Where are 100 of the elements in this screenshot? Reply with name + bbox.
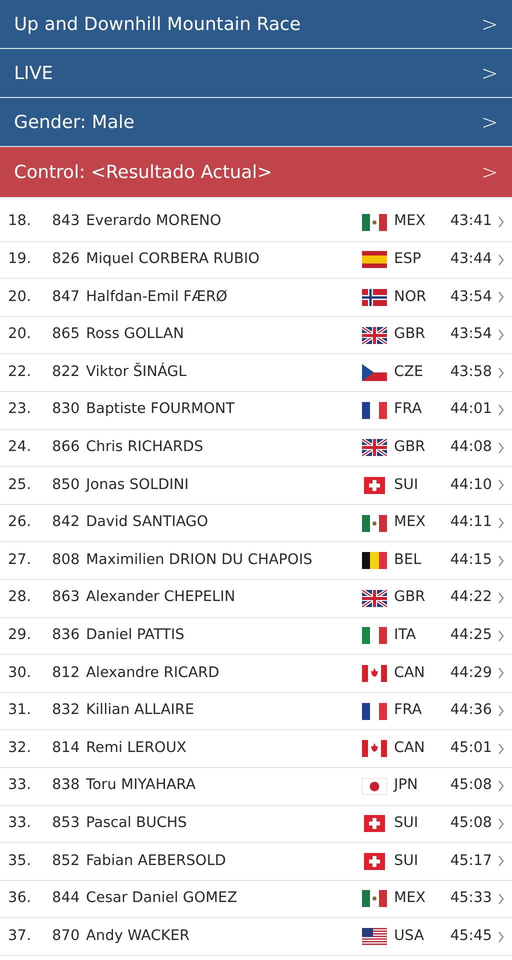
result-row[interactable]: 35. 852 Fabian AEBERSOLD SUI 45:17 (0, 843, 512, 881)
athlete-name: Killian ALLAIRE (86, 701, 196, 720)
menu-label: Up and Downhill Mountain Race (14, 12, 301, 36)
country-code: CZE (394, 362, 424, 382)
flag-icon (362, 552, 387, 570)
athlete-name: Alexandre RICARD (86, 664, 220, 683)
result-row[interactable]: 18. 843 Everardo MORENO MEX 43:41 (0, 204, 512, 242)
result-row[interactable]: 37. 870 Andy WACKER USA 45:45 (0, 918, 512, 956)
finish-time: 44:36 (449, 701, 492, 720)
rank-text: 31. (8, 701, 32, 720)
flag-icon (362, 476, 387, 494)
finish-time: 45:08 (449, 776, 492, 796)
flag-icon (362, 815, 387, 832)
flag-icon (362, 627, 387, 644)
result-row[interactable]: 22. 822 Viktor ŠINÁGL CZE 43:58 (0, 354, 512, 392)
menu-item[interactable]: Up and Downhill Mountain Race > (0, 0, 512, 49)
result-row[interactable]: 36. 844 Cesar Daniel GOMEZ MEX 45:33 (0, 880, 512, 918)
rank-text: 22. (8, 362, 32, 382)
result-row[interactable]: 33. 838 Toru MIYAHARA JPN 45:08 (0, 768, 512, 806)
athlete-name: Miquel CORBERA RUBIO (86, 250, 261, 270)
chevron-icon (496, 216, 506, 228)
result-row[interactable]: 26. 842 David SANTIAGO MEX 44:11 (0, 504, 512, 542)
rank-text: 19. (8, 250, 32, 270)
result-row[interactable]: 20. 847 Halfdan-Emil FÆRØ NOR 43:54 (0, 279, 512, 317)
menu-label: Gender: Male (14, 110, 134, 134)
menu-label: LIVE (14, 62, 54, 86)
result-row[interactable]: 30. 812 Alexandre RICARD CAN 44:29 (0, 655, 512, 693)
athlete-name: Daniel PATTIS (86, 626, 186, 645)
country-code: GBR (394, 438, 426, 457)
rank-text: 18. (8, 212, 32, 232)
result-row[interactable]: 25. 850 Jonas SOLDINI SUI 44:10 (0, 467, 512, 505)
result-row[interactable]: 24. 866 Chris RICHARDS GBR 44:08 (0, 430, 512, 468)
chevron-icon (496, 329, 506, 342)
bib-number: 850 (52, 476, 81, 495)
finish-time: 45:33 (449, 889, 492, 908)
bib-number: 822 (52, 362, 81, 382)
athlete-name: Toru MIYAHARA (86, 776, 197, 796)
finish-time: 44:01 (449, 400, 492, 420)
finish-time: 44:11 (449, 513, 492, 532)
bib-number: 826 (52, 250, 81, 270)
flag-icon (362, 364, 387, 382)
chevron-icon (496, 892, 506, 905)
flag-icon (362, 251, 387, 268)
country-code: JPN (394, 776, 419, 796)
result-row[interactable]: 32. 814 Remi LEROUX CAN 45:01 (0, 730, 512, 768)
chevron-icon: > (481, 107, 498, 137)
country-code: FRA (394, 400, 423, 420)
chevron-icon (496, 855, 506, 868)
finish-time: 43:54 (449, 325, 492, 344)
result-row[interactable]: 31. 832 Killian ALLAIRE FRA 44:36 (0, 692, 512, 730)
athlete-name: Baptiste FOURMONT (86, 400, 236, 420)
finish-time: 45:01 (449, 738, 492, 758)
flag-icon (362, 664, 387, 682)
rank-text: 33. (8, 814, 32, 833)
result-row[interactable]: 19. 826 Miquel CORBERA RUBIO ESP 43:44 (0, 242, 512, 280)
country-code: FRA (394, 701, 423, 720)
rank-text: 27. (8, 550, 32, 570)
result-row[interactable]: 29. 836 Daniel PATTIS ITA 44:25 (0, 618, 512, 656)
result-row[interactable]: 33. 853 Pascal BUCHS SUI 45:08 (0, 806, 512, 844)
result-row[interactable]: 28. 863 Alexander CHEPELIN GBR 44:22 (0, 580, 512, 618)
rank-text: 23. (8, 400, 32, 420)
menu-item[interactable]: LIVE > (0, 49, 512, 98)
chevron-icon (496, 930, 506, 943)
chevron-icon: > (481, 157, 498, 187)
finish-time: 43:58 (449, 362, 492, 382)
rank-text: 32. (8, 738, 32, 758)
flag-icon (362, 214, 387, 231)
rank-text: 37. (8, 926, 32, 946)
chevron-icon: > (481, 58, 498, 88)
chevron-icon (496, 366, 506, 379)
finish-time: 44:29 (449, 664, 492, 683)
chevron-icon (496, 630, 506, 642)
result-row[interactable]: 23. 830 Baptiste FOURMONT FRA 44:01 (0, 392, 512, 430)
rank-text: 35. (8, 852, 32, 871)
country-code: MEX (394, 513, 427, 532)
athlete-name: Remi LEROUX (86, 738, 188, 758)
country-code: MEX (394, 212, 427, 232)
finish-time: 43:41 (449, 212, 492, 232)
country-code: NOR (394, 288, 428, 307)
bib-number: 853 (52, 814, 81, 833)
finish-time: 43:44 (449, 250, 492, 270)
country-code: USA (394, 926, 426, 946)
bib-number: 812 (52, 664, 81, 683)
country-code: GBR (394, 588, 426, 608)
athlete-name: David SANTIAGO (86, 513, 210, 532)
rank-text: 26. (8, 513, 32, 532)
bib-number: 843 (52, 212, 81, 232)
menu-item[interactable]: Control: <Resultado Actual> > (0, 147, 512, 198)
flag-icon (362, 326, 387, 344)
rank-text: 20. (8, 325, 32, 344)
flag-icon (362, 740, 387, 758)
menu-item[interactable]: Gender: Male > (0, 98, 512, 147)
country-code: CAN (394, 738, 426, 758)
result-row[interactable]: 27. 808 Maximilien DRION DU CHAPOIS BEL 44:15 (0, 542, 512, 580)
chevron-icon (496, 291, 506, 304)
bib-number: 866 (52, 438, 81, 457)
rank-text: 36. (8, 889, 32, 908)
flag-icon (362, 928, 387, 946)
result-row[interactable]: 20. 865 Ross GOLLAN GBR 43:54 (0, 316, 512, 354)
chevron-icon (496, 818, 506, 830)
